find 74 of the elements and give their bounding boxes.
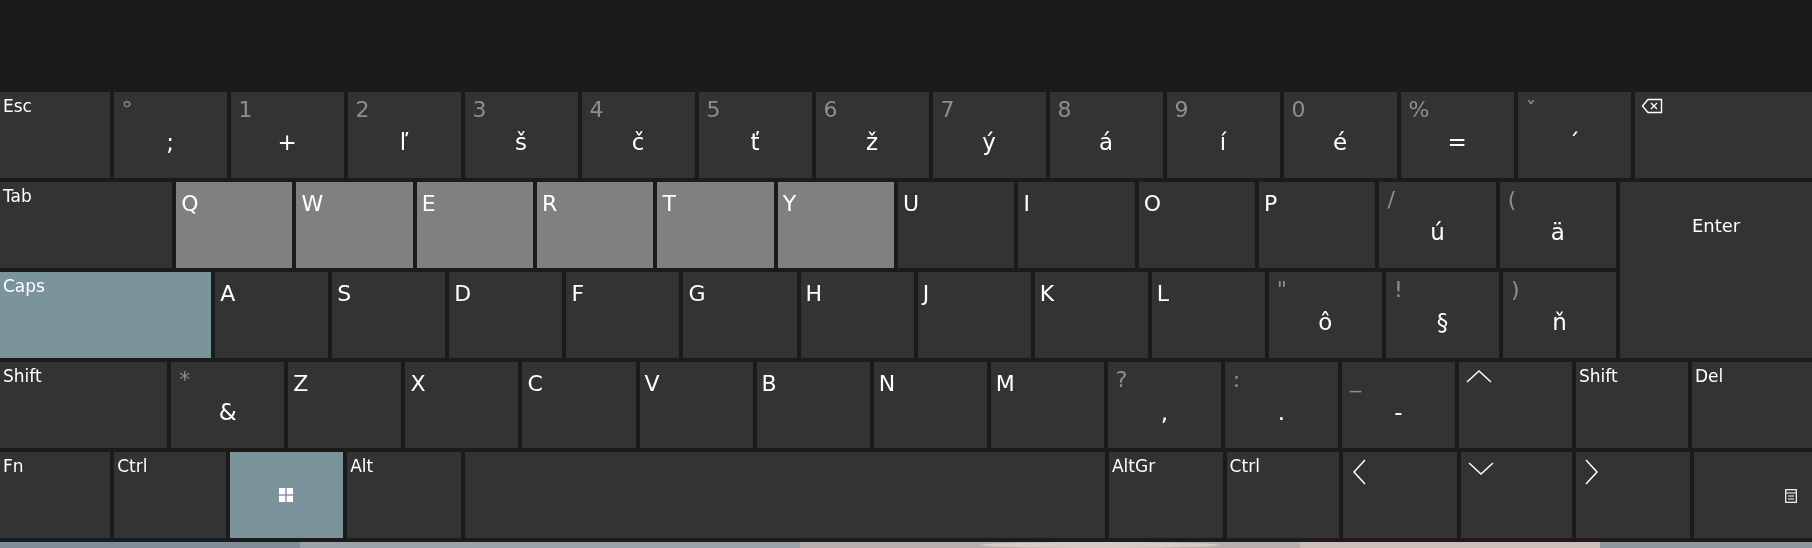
letter-key[interactable]: H — [800, 272, 914, 358]
letter-key[interactable]: D — [449, 272, 563, 358]
character-key[interactable]: 9 í — [1166, 92, 1280, 178]
letter-key[interactable]: F — [566, 272, 680, 358]
letter-key[interactable]: V — [639, 362, 753, 448]
key[interactable]: Shift — [0, 362, 168, 448]
left-chevron-icon — [1351, 458, 1368, 486]
character-key[interactable]: ! § — [1385, 272, 1499, 358]
letter-key[interactable]: Y — [777, 182, 895, 268]
character-key[interactable]: ( ä — [1499, 182, 1617, 268]
key[interactable]: AltGr — [1108, 452, 1223, 538]
enter-key[interactable]: Enter — [1620, 182, 1812, 358]
key[interactable] — [1576, 452, 1690, 538]
letter-key[interactable]: J — [917, 272, 1031, 358]
character-key[interactable]: ° ; — [113, 92, 227, 178]
letter-key[interactable]: B — [756, 362, 870, 448]
letter-key[interactable]: I — [1018, 182, 1135, 268]
key[interactable]: Fn — [0, 452, 111, 538]
character-key[interactable]: 5 ť — [698, 92, 812, 178]
character-key[interactable]: 0 é — [1283, 92, 1397, 178]
character-key[interactable]: 1 + — [230, 92, 344, 178]
character-key[interactable]: ˇ ´ — [1517, 92, 1631, 178]
letter-key[interactable]: T — [657, 182, 774, 268]
key[interactable]: Ctrl — [1226, 452, 1340, 538]
key[interactable]: Del — [1691, 362, 1812, 448]
space-key[interactable] — [464, 452, 1105, 538]
key[interactable]: Shift — [1576, 362, 1688, 448]
character-key[interactable]: 8 á — [1049, 92, 1163, 178]
letter-key[interactable]: S — [332, 272, 446, 358]
letter-key[interactable]: E — [416, 182, 534, 268]
key[interactable] — [1343, 452, 1457, 538]
key[interactable] — [1459, 362, 1573, 448]
character-key[interactable]: 7 ý — [932, 92, 1046, 178]
character-key[interactable]: 2 ľ — [347, 92, 461, 178]
letter-key[interactable]: O — [1138, 182, 1256, 268]
backspace-icon — [1640, 98, 1663, 114]
letter-key[interactable]: N — [873, 362, 987, 448]
letter-key[interactable]: X — [405, 362, 519, 448]
letter-key[interactable]: U — [898, 182, 1015, 268]
character-key[interactable]: 6 ž — [815, 92, 929, 178]
key[interactable]: Alt — [347, 452, 461, 538]
key[interactable]: Esc — [0, 92, 110, 178]
key[interactable] — [229, 452, 344, 538]
up-chevron-icon — [1465, 368, 1493, 384]
letter-key[interactable]: L — [1151, 272, 1265, 358]
letter-key[interactable]: C — [522, 362, 636, 448]
letter-key[interactable]: K — [1034, 272, 1148, 358]
letter-key[interactable]: G — [683, 272, 797, 358]
key[interactable]: Ctrl — [114, 452, 226, 538]
key[interactable] — [1693, 452, 1812, 538]
down-chevron-icon — [1466, 460, 1495, 476]
letter-key[interactable]: P — [1259, 182, 1376, 268]
letter-key[interactable]: W — [296, 182, 413, 268]
key[interactable] — [1460, 452, 1573, 538]
character-key[interactable]: 3 š — [464, 92, 578, 178]
right-chevron-icon — [1584, 458, 1601, 486]
key[interactable]: Tab — [0, 182, 173, 268]
letter-key[interactable]: A — [215, 272, 329, 358]
character-key[interactable]: " ô — [1268, 272, 1382, 358]
character-key[interactable]: ? , — [1107, 362, 1221, 448]
panel-icon — [1785, 489, 1797, 503]
character-key[interactable]: _ - — [1341, 362, 1455, 448]
letter-key[interactable]: Q — [176, 182, 293, 268]
character-key[interactable]: : . — [1224, 362, 1338, 448]
letter-key[interactable]: Z — [288, 362, 402, 448]
key[interactable] — [1634, 92, 1812, 178]
letter-key[interactable]: R — [537, 182, 654, 268]
character-key[interactable]: % = — [1400, 92, 1514, 178]
character-key[interactable]: * & — [171, 362, 285, 448]
letter-key[interactable]: M — [990, 362, 1104, 448]
character-key[interactable]: / ú — [1379, 182, 1496, 268]
character-key[interactable]: 4 č — [581, 92, 695, 178]
windows-logo-icon — [279, 488, 294, 502]
character-key[interactable]: ) ň — [1503, 272, 1617, 358]
